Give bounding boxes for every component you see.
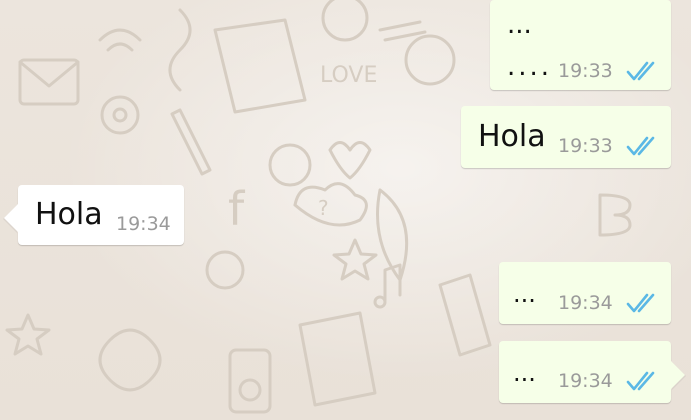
face-doodle [404, 34, 456, 86]
notebook-heart-doodle [298, 311, 377, 407]
message-text: ... [513, 280, 536, 308]
star-doodle [332, 238, 378, 281]
read-double-check-icon [626, 371, 655, 391]
ipod-doodle [228, 348, 272, 414]
cloud-doodle [293, 182, 368, 227]
bottle-doodle [438, 273, 492, 357]
scribble-doodle [168, 8, 192, 92]
outgoing-message-bubble[interactable]: Hola 19:33 [461, 106, 671, 168]
message-timestamp: 19:33 [558, 60, 613, 82]
message-text: ... [513, 359, 536, 387]
music-note-doodle [383, 263, 402, 302]
feather-doodle [376, 188, 409, 282]
music-note-head-doodle [373, 295, 387, 309]
wifi-doodle [98, 28, 142, 52]
outgoing-message-bubble[interactable]: ... 19:34 [499, 341, 685, 403]
gear-doodle [205, 250, 245, 290]
question-doodle: ? [318, 196, 329, 220]
love-doodle: LOVE [320, 63, 377, 88]
envelope-flap-doodle [18, 60, 80, 88]
outgoing-message-bubble[interactable]: ... 19:34 [499, 262, 671, 324]
ipod-wheel-doodle [238, 378, 262, 402]
bubble-tail [4, 204, 18, 232]
message-text: ... [507, 10, 532, 40]
bubble-tail [671, 361, 685, 389]
letter-b-doodle [598, 193, 632, 237]
outgoing-message-bubble[interactable]: ... .... 19:33 [490, 0, 671, 90]
read-double-check-icon [626, 293, 655, 313]
camera-doodle [268, 143, 312, 187]
message-timestamp: 19:34 [558, 292, 613, 314]
star-doodle-2 [5, 313, 51, 356]
flower-center-doodle [112, 107, 128, 123]
read-double-check-icon [626, 61, 655, 81]
pencil-doodle [170, 108, 212, 176]
message-text: Hola [478, 119, 546, 154]
facebook-doodle: f [228, 182, 246, 236]
message-text: .... [507, 52, 553, 82]
notebook-doodle [213, 18, 307, 114]
flower-doodle [100, 95, 140, 135]
read-double-check-icon [626, 136, 655, 156]
message-timestamp: 19:34 [558, 370, 613, 392]
balloon-dog-doodle [98, 328, 162, 392]
message-text: Hola [35, 197, 103, 232]
sun-doodle [321, 0, 369, 42]
heart-doodle [328, 141, 372, 180]
message-timestamp: 19:34 [116, 213, 171, 235]
incoming-message-bubble[interactable]: Hola 19:34 [4, 185, 184, 245]
pineapple-doodle [378, 20, 427, 42]
message-timestamp: 19:33 [558, 135, 613, 157]
envelope-doodle [18, 58, 80, 106]
